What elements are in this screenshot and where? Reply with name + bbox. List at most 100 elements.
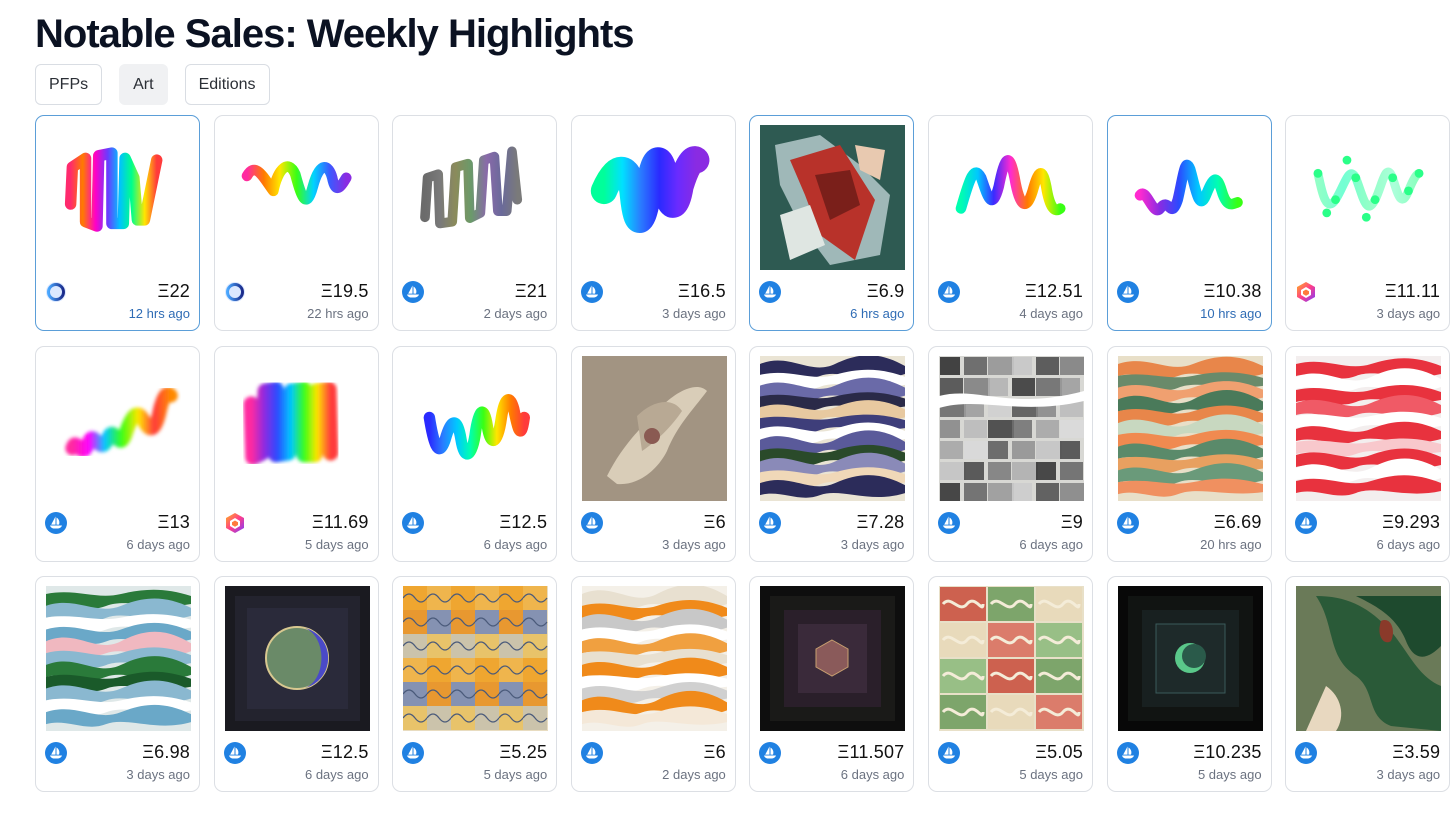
sale-time: 4 days ago [1019,306,1083,321]
sale-card[interactable]: Ξ6 3 days ago [570,345,736,562]
sale-time: 6 days ago [126,536,190,552]
sale-card[interactable]: Ξ19.5 22 hrs ago [213,115,379,331]
artwork-thumbnail [582,125,727,270]
sale-price: Ξ6.98 [142,742,190,762]
opensea-ship-icon[interactable] [580,511,603,534]
sale-card[interactable]: Ξ16.5 3 days ago [570,115,736,331]
sale-time: 12 hrs ago [128,306,190,321]
sale-time: 2 days ago [662,767,726,782]
sale-card[interactable]: Ξ9.293 6 days ago [1285,345,1451,562]
sale-time: 10 hrs ago [1200,306,1262,321]
opensea-ship-icon[interactable] [937,281,960,303]
looksrare-hexagon-icon[interactable] [1295,281,1317,303]
tab-editions[interactable]: Editions [184,64,270,105]
sale-price: Ξ12.51 [1025,281,1083,301]
artwork-thumbnail [1117,355,1263,501]
opensea-ship-icon[interactable] [402,742,425,764]
sale-card[interactable]: Ξ12.5 6 days ago [213,576,379,792]
tab-pfps[interactable]: PFPs [35,64,103,105]
sale-card[interactable]: Ξ11.11 3 days ago [1285,115,1451,331]
artwork-thumbnail [760,586,906,731]
sales-grid: Ξ22 12 hrs ago Ξ19.5 22 hrs ago Ξ21 2 days … [35,115,1451,792]
sale-card[interactable]: Ξ9 6 days ago [927,345,1093,562]
opensea-ship-icon[interactable] [1116,742,1139,764]
opensea-ship-icon[interactable] [45,742,67,764]
sale-time: 5 days ago [1019,767,1083,782]
page-title: Notable Sales: Weekly Highlights [35,12,635,56]
opensea-ship-icon[interactable] [937,742,960,764]
opensea-ship-icon[interactable] [580,281,603,303]
opensea-ship-icon[interactable] [402,511,425,534]
artwork-thumbnail [224,586,370,731]
sale-time: 5 days ago [483,767,548,782]
artwork-thumbnail [46,356,191,501]
sale-card[interactable]: Ξ6 2 days ago [570,576,736,792]
sale-time: 2 days ago [483,306,548,321]
sale-time: 6 days ago [840,767,905,782]
sale-card[interactable]: Ξ13 6 days ago [35,345,200,562]
sale-card[interactable]: Ξ5.25 5 days ago [392,576,558,792]
sale-card[interactable]: Ξ10.38 10 hrs ago [1106,115,1272,331]
opensea-ship-icon[interactable] [45,511,67,534]
sale-price: Ξ5.25 [499,742,548,762]
ring-marketplace-icon[interactable] [224,281,246,303]
sale-card[interactable]: Ξ6.9 6 hrs ago [749,115,915,331]
artwork-thumbnail [225,125,370,270]
opensea-ship-icon[interactable] [402,281,425,303]
sale-price: Ξ10.235 [1193,742,1262,762]
opensea-ship-icon[interactable] [937,511,960,534]
sale-price: Ξ6.69 [1213,511,1262,532]
sale-card[interactable]: Ξ11.69 5 days ago [213,345,379,562]
sale-price: Ξ3.59 [1392,742,1441,762]
opensea-ship-icon[interactable] [223,742,246,764]
sale-price: Ξ22 [157,281,190,301]
sale-time: 3 days ago [1376,767,1441,782]
sale-card[interactable]: Ξ11.507 6 days ago [749,576,915,792]
sale-card[interactable]: Ξ5.05 5 days ago [927,576,1093,792]
sale-price: Ξ6 [703,742,726,762]
opensea-ship-icon[interactable] [1295,511,1318,534]
sale-price: Ξ11.507 [837,742,905,762]
artwork-thumbnail [1296,586,1442,731]
artwork-thumbnail [403,125,548,270]
artwork-thumbnail [938,355,1084,501]
sale-time: 3 days ago [126,767,190,782]
opensea-ship-icon[interactable] [580,742,603,764]
sale-time: 6 days ago [304,767,369,782]
opensea-ship-icon[interactable] [759,511,782,534]
sale-price: Ξ11.11 [1384,281,1441,301]
opensea-ship-icon[interactable] [759,281,782,303]
sale-time: 3 days ago [840,536,905,552]
sale-time: 6 days ago [1019,536,1083,552]
ring-marketplace-icon[interactable] [45,281,67,303]
sale-time: 6 days ago [483,536,548,552]
sale-card[interactable]: Ξ3.59 3 days ago [1285,576,1451,792]
sale-price: Ξ21 [514,281,548,301]
artwork-thumbnail [46,125,191,270]
looksrare-hexagon-icon[interactable] [224,512,246,534]
sale-card[interactable]: Ξ22 12 hrs ago [35,115,200,331]
artwork-thumbnail [1296,355,1442,501]
sale-card[interactable]: Ξ21 2 days ago [392,115,558,331]
sale-card[interactable]: Ξ12.51 4 days ago [927,115,1093,331]
sale-card[interactable]: Ξ12.5 6 days ago [392,345,558,562]
artwork-thumbnail [939,125,1084,270]
sale-price: Ξ12.5 [320,742,369,762]
artwork-thumbnail [760,355,906,501]
opensea-ship-icon[interactable] [1116,511,1139,534]
artwork-thumbnail [403,586,549,731]
sale-card[interactable]: Ξ6.98 3 days ago [35,576,200,792]
opensea-ship-icon[interactable] [759,742,782,764]
sale-price: Ξ9 [1060,511,1083,532]
opensea-ship-icon[interactable] [1116,281,1139,303]
artwork-thumbnail [1117,586,1263,731]
tab-art[interactable]: Art [119,64,168,105]
sale-card[interactable]: Ξ6.69 20 hrs ago [1106,345,1272,562]
sale-time: 5 days ago [1197,767,1262,782]
sale-time: 3 days ago [662,306,726,321]
sale-card[interactable]: Ξ7.28 3 days ago [749,345,915,562]
opensea-ship-icon[interactable] [1295,742,1318,764]
sale-price: Ξ19.5 [320,281,369,301]
sale-card[interactable]: Ξ10.235 5 days ago [1106,576,1272,792]
sale-time: 5 days ago [304,536,369,552]
